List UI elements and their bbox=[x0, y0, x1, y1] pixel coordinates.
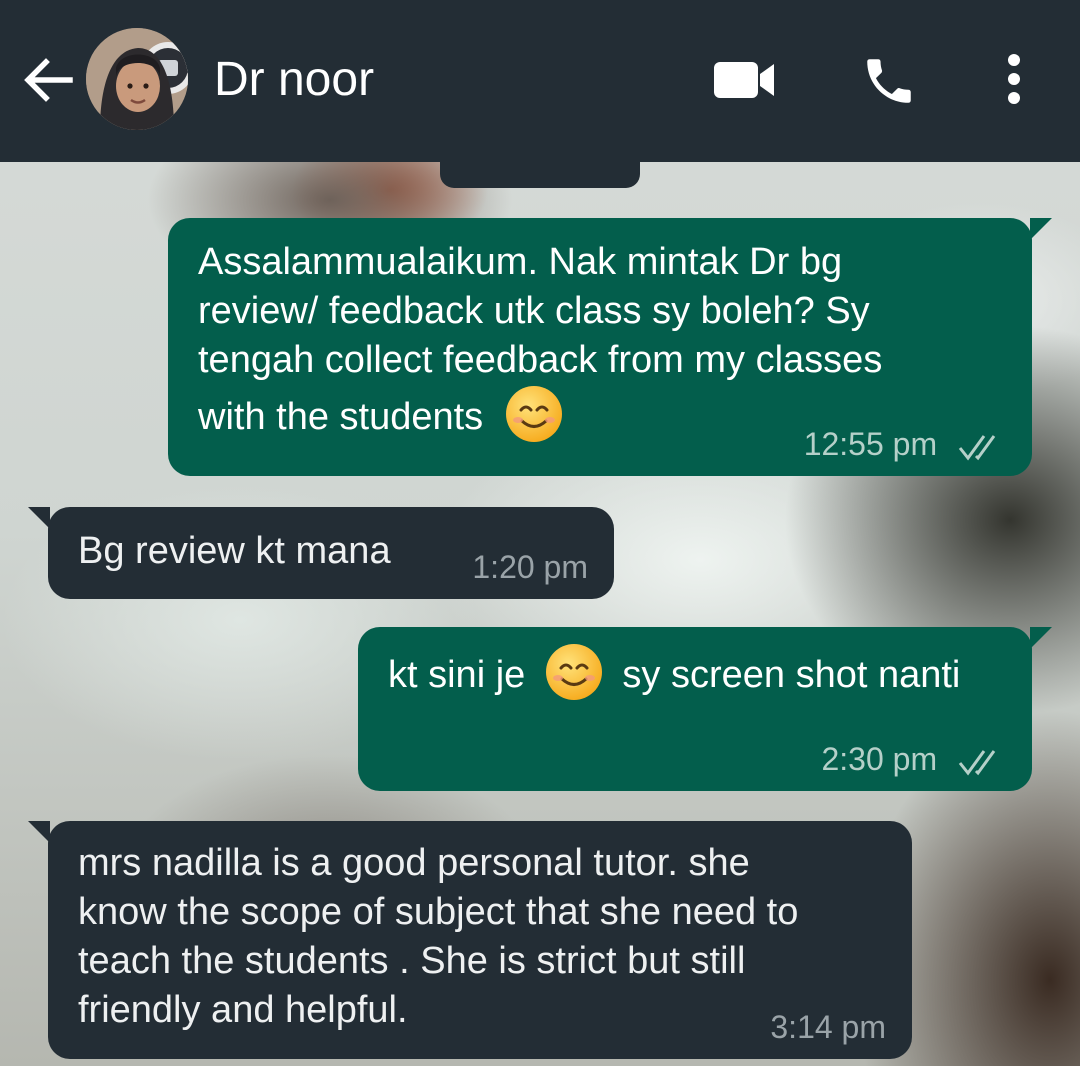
contact-photo bbox=[86, 28, 188, 130]
message-line: Bg review kt mana bbox=[78, 530, 391, 572]
message-time: 3:14 pm bbox=[770, 1009, 886, 1045]
arrow-left-icon bbox=[24, 58, 73, 102]
message-text: with the students bbox=[198, 396, 484, 438]
message-line: review/ feedback utk class sy boleh? Sy bbox=[198, 290, 870, 332]
message-meta: 12:55 pm bbox=[804, 426, 1004, 462]
double-check-icon bbox=[958, 434, 996, 461]
more-options-button[interactable] bbox=[1000, 52, 1028, 108]
message-time: 12:55 pm bbox=[803, 426, 938, 462]
avatar[interactable] bbox=[86, 28, 188, 130]
message-line: friendly and helpful. bbox=[78, 989, 408, 1031]
phone-icon bbox=[867, 59, 911, 103]
message-line: teach the students . She is strict but s… bbox=[78, 940, 746, 982]
message-time: 1:20 pm bbox=[472, 549, 588, 585]
message-line: mrs nadilla is a good personal tutor. sh… bbox=[78, 842, 750, 884]
message-bubble-incoming[interactable]: Bg review kt mana 1:20 pm bbox=[28, 507, 614, 599]
message-line: tengah collect feedback from my classes bbox=[198, 339, 883, 381]
smiling-face-icon bbox=[545, 643, 602, 700]
message-time: 2:30 pm bbox=[821, 741, 938, 777]
double-check-icon bbox=[958, 749, 996, 776]
message-line: Assalammualaikum. Nak mintak Dr bg bbox=[198, 241, 843, 283]
message-text: sy screen shot nanti bbox=[622, 654, 961, 696]
bubble-tail bbox=[1030, 218, 1052, 240]
video-call-button[interactable] bbox=[712, 58, 776, 102]
contact-name[interactable]: Dr noor bbox=[214, 52, 374, 108]
bubble-tail bbox=[28, 821, 50, 843]
message-meta: 2:30 pm bbox=[821, 741, 1004, 777]
message-line: know the scope of subject that she need … bbox=[78, 891, 799, 933]
smiling-face-icon bbox=[505, 385, 562, 442]
bubble-tail bbox=[28, 507, 50, 529]
chat-header: Dr noor bbox=[0, 0, 1080, 162]
message-text: kt sini je bbox=[388, 654, 526, 696]
video-camera-icon bbox=[714, 62, 774, 98]
message-line: kt sini je sy screen shot nanti bbox=[388, 643, 961, 702]
bubble-tail bbox=[1030, 627, 1052, 649]
message-bubble-outgoing[interactable]: Assalammualaikum. Nak mintak Dr bg revie… bbox=[168, 218, 1052, 476]
message-bubble-outgoing[interactable]: kt sini je sy screen shot nanti 2:30 pm bbox=[358, 627, 1052, 791]
more-vertical-icon bbox=[1008, 54, 1020, 104]
voice-call-button[interactable] bbox=[860, 52, 918, 110]
message-line: with the students bbox=[198, 385, 564, 444]
message-bubble-incoming[interactable]: mrs nadilla is a good personal tutor. sh… bbox=[28, 821, 912, 1059]
back-button[interactable] bbox=[20, 50, 76, 106]
